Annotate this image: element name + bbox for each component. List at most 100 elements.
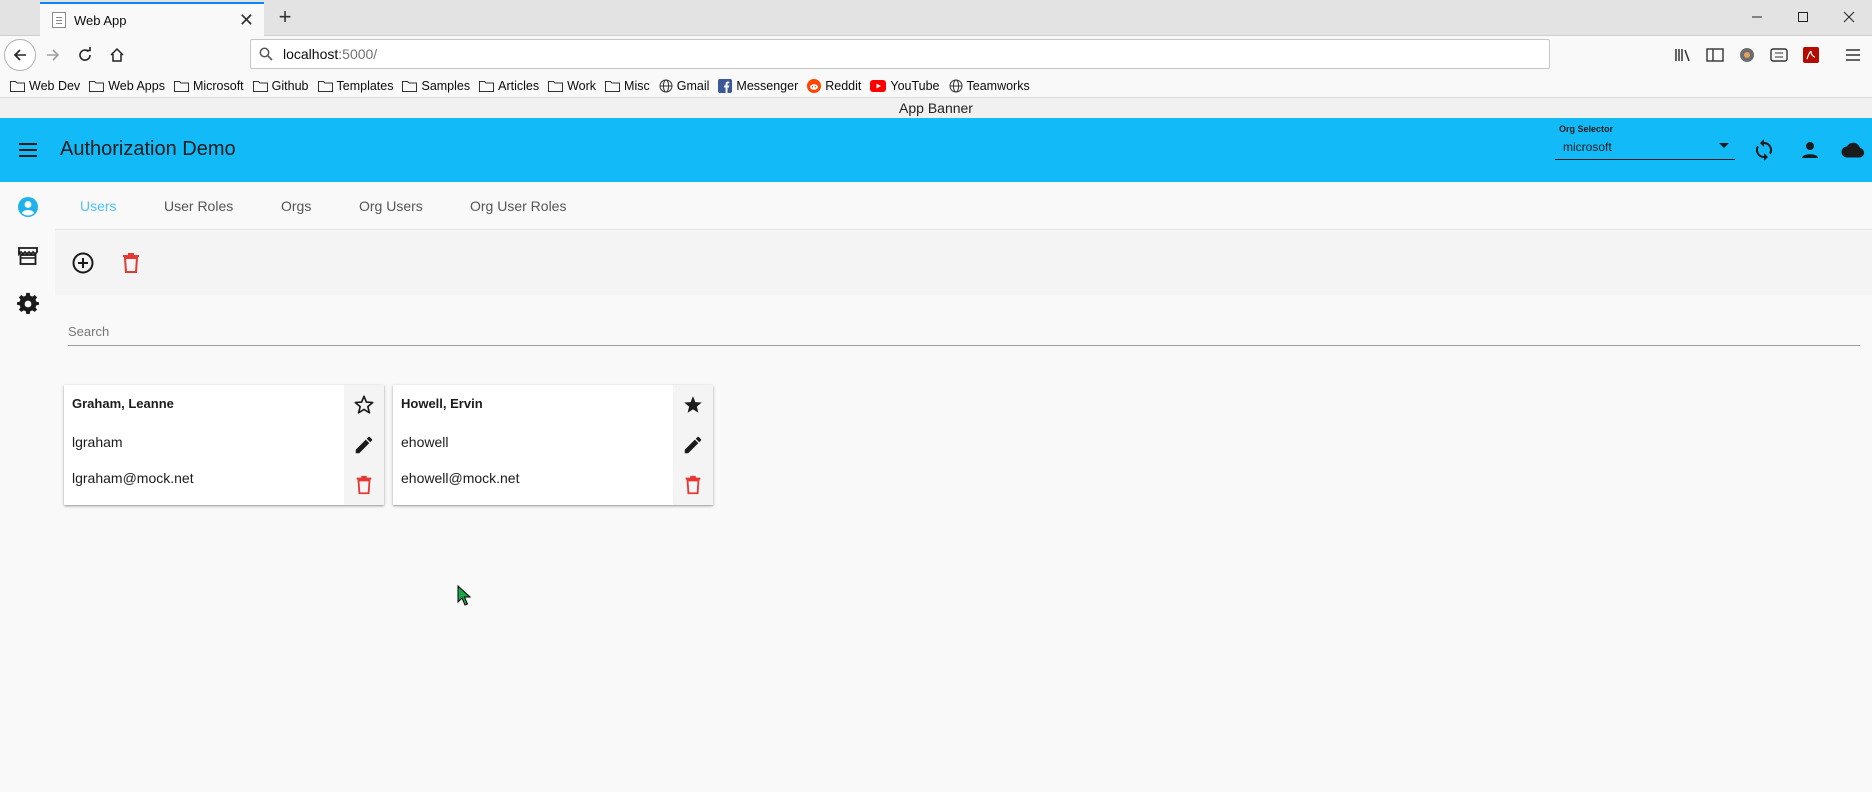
store-icon[interactable] bbox=[16, 244, 40, 268]
globe-icon bbox=[659, 79, 673, 93]
delete-icon[interactable] bbox=[681, 473, 705, 497]
browser-navbar: localhost:5000/ bbox=[0, 36, 1872, 74]
sidebar-icon[interactable] bbox=[1704, 44, 1726, 66]
tab-user-roles[interactable]: User Roles bbox=[164, 198, 233, 214]
search-input[interactable] bbox=[68, 318, 1860, 339]
user-card: Howell, Ervin ehowell ehowell@mock.net bbox=[393, 385, 713, 505]
search-icon bbox=[259, 47, 273, 61]
mouse-cursor-icon bbox=[457, 585, 471, 607]
tab-org-users[interactable]: Org Users bbox=[359, 198, 423, 214]
cloud-icon[interactable] bbox=[1840, 138, 1865, 162]
folder-icon bbox=[173, 80, 189, 92]
org-selector-value: microsoft bbox=[1563, 140, 1612, 154]
reload-icon[interactable] bbox=[70, 40, 100, 70]
page-icon bbox=[52, 12, 66, 28]
add-circle-icon[interactable] bbox=[71, 251, 95, 275]
reddit-icon bbox=[807, 78, 822, 93]
star-outline-icon[interactable] bbox=[352, 393, 376, 417]
star-icon[interactable] bbox=[681, 393, 705, 417]
bookmark-misc[interactable]: Misc bbox=[605, 79, 650, 93]
user-username: lgraham bbox=[72, 434, 123, 450]
search-field[interactable] bbox=[68, 318, 1860, 346]
bookmark-label: Reddit bbox=[825, 78, 862, 93]
facebook-icon bbox=[718, 78, 733, 93]
url-path: :5000/ bbox=[338, 46, 378, 62]
settings-gear-icon[interactable] bbox=[16, 292, 40, 316]
back-icon[interactable] bbox=[4, 39, 36, 71]
entity-tabs: Users User Roles Orgs Org Users Org User Rol… bbox=[55, 182, 1872, 230]
folder-icon bbox=[10, 80, 25, 92]
reader-icon[interactable] bbox=[1768, 44, 1790, 66]
bookmark-messenger[interactable]: Messenger bbox=[718, 78, 798, 93]
org-selector-label: Org Selector bbox=[1559, 124, 1614, 134]
browser-tab-strip: Web App ✕ + bbox=[0, 0, 1872, 36]
bookmark-templates[interactable]: Templates bbox=[317, 78, 394, 93]
extension-icon[interactable] bbox=[1736, 44, 1758, 66]
bookmark-label: Gmail bbox=[676, 78, 710, 93]
bookmark-microsoft[interactable]: Microsoft bbox=[173, 78, 244, 93]
user-full-name: Graham, Leanne bbox=[72, 396, 174, 411]
bookmark-label: Misc bbox=[624, 78, 650, 93]
maximize-icon[interactable] bbox=[1780, 0, 1826, 34]
bookmark-articles[interactable]: Articles bbox=[479, 79, 539, 93]
card-actions bbox=[673, 385, 713, 505]
home-icon[interactable] bbox=[102, 40, 132, 70]
browser-tab[interactable]: Web App ✕ bbox=[40, 2, 264, 36]
bookmark-web-apps[interactable]: Web Apps bbox=[89, 79, 165, 93]
sync-icon[interactable] bbox=[1752, 138, 1776, 162]
user-username: ehowell bbox=[401, 434, 449, 450]
menu-icon[interactable] bbox=[16, 138, 40, 162]
tab-users[interactable]: Users bbox=[80, 198, 117, 214]
bookmark-github[interactable]: Github bbox=[252, 78, 309, 93]
bookmark-samples[interactable]: Samples bbox=[402, 79, 470, 93]
action-toolbar bbox=[55, 231, 1872, 295]
bookmark-label: Samples bbox=[421, 78, 471, 93]
hamburger-menu-icon[interactable] bbox=[1842, 44, 1864, 66]
bookmark-label: Github bbox=[271, 78, 309, 93]
account-icon[interactable] bbox=[1798, 138, 1822, 162]
delete-icon[interactable] bbox=[119, 251, 143, 275]
globe-icon bbox=[949, 79, 963, 93]
library-icon[interactable] bbox=[1672, 44, 1694, 66]
address-bar[interactable]: localhost:5000/ bbox=[250, 39, 1550, 69]
bookmark-label: Templates bbox=[336, 78, 394, 93]
app-title: Authorization Demo bbox=[60, 138, 236, 160]
bookmark-label: Articles bbox=[498, 78, 540, 93]
bookmark-work[interactable]: Work bbox=[548, 79, 596, 93]
bookmark-teamworks[interactable]: Teamworks bbox=[949, 79, 1030, 93]
folder-icon bbox=[402, 80, 418, 92]
bookmark-label: Work bbox=[567, 78, 597, 93]
edit-pencil-icon[interactable] bbox=[681, 433, 705, 457]
user-email: lgraham@mock.net bbox=[72, 470, 194, 486]
bookmark-label: YouTube bbox=[890, 78, 940, 93]
bookmark-label: Microsoft bbox=[192, 78, 244, 93]
minimize-icon[interactable] bbox=[1734, 0, 1780, 34]
folder-icon bbox=[548, 80, 564, 92]
folder-icon bbox=[89, 80, 105, 92]
account-circle-icon[interactable] bbox=[16, 195, 40, 219]
card-actions bbox=[344, 385, 384, 505]
bookmark-label: Web Apps bbox=[108, 78, 165, 93]
bookmark-youtube[interactable]: YouTube bbox=[870, 78, 940, 93]
new-tab-icon[interactable]: + bbox=[272, 4, 298, 30]
bookmarks-bar: Web Dev Web Apps Microsoft Github Templates S… bbox=[0, 74, 1872, 98]
tab-orgs[interactable]: Orgs bbox=[281, 198, 311, 214]
edit-pencil-icon[interactable] bbox=[352, 433, 376, 457]
forward-icon[interactable] bbox=[38, 40, 68, 70]
bookmark-label: Teamworks bbox=[966, 78, 1030, 93]
close-window-icon[interactable] bbox=[1826, 0, 1872, 34]
bookmark-reddit[interactable]: Reddit bbox=[807, 78, 862, 93]
folder-icon bbox=[479, 80, 495, 92]
org-selector[interactable]: Org Selector microsoft bbox=[1555, 124, 1735, 160]
chevron-down-icon bbox=[1719, 143, 1729, 148]
close-tab-icon[interactable]: ✕ bbox=[239, 11, 254, 29]
bookmark-web-dev[interactable]: Web Dev bbox=[10, 79, 80, 93]
url-host: localhost bbox=[283, 46, 339, 62]
delete-icon[interactable] bbox=[352, 473, 376, 497]
pdf-icon[interactable] bbox=[1800, 44, 1822, 66]
user-card: Graham, Leanne lgraham lgraham@mock.net bbox=[64, 385, 384, 505]
user-full-name: Howell, Ervin bbox=[401, 396, 483, 411]
bookmark-gmail[interactable]: Gmail bbox=[659, 78, 710, 93]
tab-org-user-roles[interactable]: Org User Roles bbox=[470, 198, 566, 214]
user-email: ehowell@mock.net bbox=[401, 470, 520, 486]
